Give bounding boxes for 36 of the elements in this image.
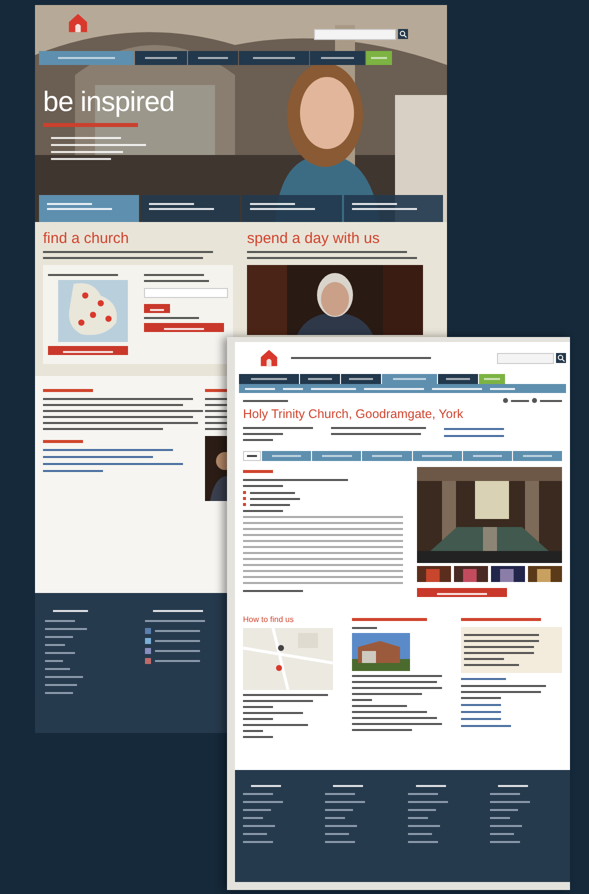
list-button[interactable]	[144, 323, 224, 332]
house-logo-icon[interactable]	[67, 13, 89, 33]
bullet-icon	[243, 491, 246, 494]
section-heading: How to find us	[243, 615, 295, 624]
gallery-button[interactable]	[417, 588, 507, 597]
search-icon[interactable]	[556, 352, 566, 362]
blurred-text	[43, 440, 83, 443]
nav-tab[interactable]	[239, 51, 309, 65]
nav-tab[interactable]	[310, 51, 365, 65]
nav-tab[interactable]	[188, 51, 238, 65]
search-field[interactable]	[497, 352, 554, 364]
house-logo-icon[interactable]	[259, 349, 279, 367]
nav-tab[interactable]	[341, 374, 381, 384]
feature-tab[interactable]	[344, 195, 443, 222]
nav-tab[interactable]	[135, 51, 187, 65]
search-icon[interactable]	[398, 29, 408, 39]
section-heading: find a church	[43, 230, 130, 247]
bullet-icon	[243, 503, 246, 506]
print-icon[interactable]	[532, 398, 537, 403]
input-field[interactable]	[144, 288, 228, 298]
nav-tab[interactable]	[300, 374, 340, 384]
page-tab[interactable]	[243, 451, 261, 461]
map-button[interactable]	[48, 346, 128, 355]
feature-tab[interactable]	[242, 195, 342, 222]
church-title: Holy Trinity Church, Goodramgate, York	[243, 407, 464, 421]
nav-tab[interactable]	[239, 374, 299, 384]
share-icon[interactable]	[503, 398, 508, 403]
section-heading: spend a day with us	[247, 230, 381, 247]
search-button[interactable]	[144, 304, 170, 313]
hero-heading: be inspired	[43, 87, 176, 117]
nav-tab[interactable]	[438, 374, 478, 384]
blurred-text	[43, 389, 93, 392]
bullet-icon	[243, 497, 246, 500]
blurred-text	[243, 470, 273, 473]
search-field[interactable]	[314, 29, 396, 40]
feature-tab[interactable]	[140, 195, 240, 222]
